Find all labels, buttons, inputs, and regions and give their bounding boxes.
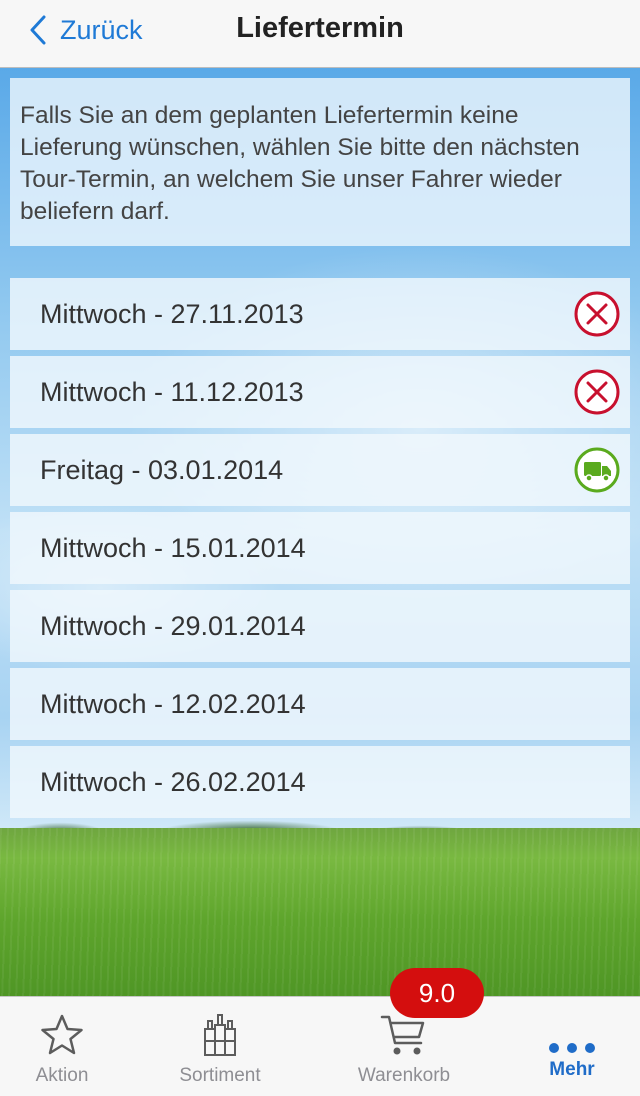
tab-mehr[interactable]: Mehr	[536, 997, 608, 1096]
date-row[interactable]: Freitag - 03.01.2014	[10, 434, 630, 506]
date-label: Mittwoch - 11.12.2013	[40, 376, 304, 407]
cart-icon	[378, 1011, 430, 1059]
cart-badge[interactable]: 9.0	[390, 968, 484, 1018]
bottles-icon	[197, 1011, 243, 1059]
tab-label: Warenkorb	[357, 1065, 451, 1086]
tab-label: Mehr	[549, 1059, 595, 1080]
more-dots-icon	[546, 1011, 598, 1059]
date-label: Mittwoch - 12.02.2014	[40, 688, 306, 719]
grass-field	[0, 828, 640, 996]
date-label: Mittwoch - 15.01.2014	[40, 532, 306, 563]
navigation-bar: Zurück Liefertermin	[0, 0, 640, 68]
date-label: Freitag - 03.01.2014	[40, 454, 284, 485]
star-icon	[39, 1011, 85, 1059]
date-label: Mittwoch - 27.11.2013	[40, 298, 304, 329]
delivery-truck-icon[interactable]	[574, 447, 620, 493]
page-title: Liefertermin	[236, 12, 404, 44]
date-row[interactable]: Mittwoch - 27.11.2013	[10, 278, 630, 350]
date-row[interactable]: Mittwoch - 29.01.2014	[10, 590, 630, 662]
tab-sortiment[interactable]: Sortiment	[170, 997, 270, 1096]
tab-aktion[interactable]: Aktion	[22, 997, 102, 1096]
tab-label: Aktion	[35, 1065, 89, 1086]
cancel-icon[interactable]	[574, 369, 620, 415]
date-label: Mittwoch - 29.01.2014	[40, 610, 306, 641]
info-box: Falls Sie an dem geplanten Liefertermin …	[10, 78, 630, 246]
date-row[interactable]: Mittwoch - 12.02.2014	[10, 668, 630, 740]
info-text: Falls Sie an dem geplanten Liefertermin …	[20, 102, 580, 225]
date-row[interactable]: Mittwoch - 26.02.2014	[10, 746, 630, 818]
cancel-icon[interactable]	[574, 291, 620, 337]
date-row[interactable]: Mittwoch - 15.01.2014	[10, 512, 630, 584]
date-label: Mittwoch - 26.02.2014	[40, 766, 306, 797]
tab-bar: Aktion Sortiment Warenkorb Mehr	[0, 996, 640, 1096]
date-row[interactable]: Mittwoch - 11.12.2013	[10, 356, 630, 428]
tab-label: Sortiment	[179, 1065, 261, 1086]
